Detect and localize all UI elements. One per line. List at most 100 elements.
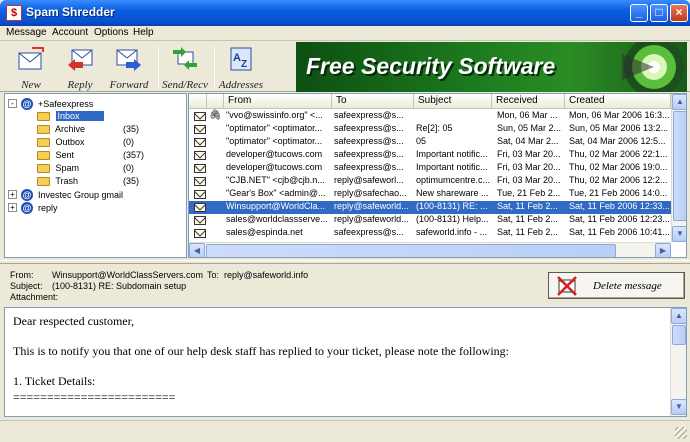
advertisement-banner[interactable]: Free Security Software [296, 42, 687, 92]
menu-help[interactable]: Help [133, 27, 154, 38]
cell-received: Fri, 03 Mar 20... [497, 149, 561, 159]
delete-message-button[interactable]: Delete message [548, 272, 685, 299]
collapse-icon[interactable]: - [8, 99, 17, 108]
toolbar: New Reply Forward Send/Recv A Z Addresse… [0, 41, 690, 92]
folder-icon [37, 151, 50, 161]
cell-created: Thu, 02 Mar 2006 19:0... [569, 162, 668, 172]
from-label: From: [10, 270, 34, 280]
header-to[interactable]: To [332, 94, 414, 109]
folder-label: Spam [55, 163, 80, 173]
addresses-button[interactable]: A Z Addresses [216, 43, 266, 91]
cell-created: Mon, 06 Mar 2006 16:3... [569, 110, 669, 120]
reply-icon [68, 49, 93, 71]
message-row[interactable]: 🖇 "vvo@swissinfo.org" <... safeexpress@s..… [189, 110, 671, 123]
subject-value: (100-8131) RE: Subdomain setup [52, 281, 187, 291]
cell-created: Sat, 04 Mar 2006 12:5... [569, 136, 666, 146]
folder-label: Archive [55, 124, 86, 134]
folder-tree: - @ +Safeexpress Inbox (0/570) Archive (… [4, 93, 187, 258]
menu-message[interactable]: Message [6, 27, 47, 38]
menu-options[interactable]: Options [94, 27, 128, 38]
cell-received: Fri, 03 Mar 20... [497, 162, 561, 172]
message-row[interactable]: Winsupport@WorldCla... reply@safeworld...… [189, 201, 671, 214]
menu-account[interactable]: Account [52, 27, 88, 38]
send-receive-button[interactable]: Send/Recv [160, 43, 210, 91]
folder-icon [37, 138, 50, 148]
message-list: From To Subject Received Created 🖇 "vvo@s… [188, 93, 687, 258]
scroll-thumb[interactable] [206, 244, 616, 257]
message-row[interactable]: sales@worldclassserve... reply@safeworld.… [189, 214, 671, 227]
header-subject[interactable]: Subject [414, 94, 492, 109]
maximize-button[interactable]: □ [650, 4, 668, 22]
cell-from: "vvo@swissinfo.org" <... [226, 110, 323, 120]
cell-subject: Important notific... [416, 162, 488, 172]
read-mail-icon [194, 164, 206, 173]
send-receive-label: Send/Recv [162, 79, 208, 91]
cell-from: developer@tucows.com [226, 162, 323, 172]
message-body[interactable]: Dear respected customer, This is to noti… [4, 307, 687, 417]
scroll-thumb[interactable] [672, 325, 686, 345]
message-row[interactable]: "optimator" <optimator... safeexpress@s..… [189, 123, 671, 136]
scroll-down-button[interactable]: ▼ [671, 399, 686, 415]
cell-received: Sat, 11 Feb 2... [497, 201, 558, 211]
header-created[interactable]: Created [565, 94, 671, 109]
cell-created: Sat, 11 Feb 2006 10:41... [569, 227, 669, 237]
scroll-down-button[interactable]: ▼ [672, 226, 686, 242]
message-row[interactable]: "optimator" <optimator... safeexpress@s..… [189, 136, 671, 149]
cell-to: safeexpress@s... [334, 110, 404, 120]
tree-folder-trash[interactable]: Trash (35) [37, 176, 184, 188]
body-line: 1. Ticket Details: [13, 374, 96, 388]
to-label: To: [207, 270, 220, 280]
reply-button[interactable]: Reply [55, 43, 105, 91]
message-row[interactable]: "CJB.NET" <cjb@cjb.n... reply@safeworl...… [189, 175, 671, 188]
message-row[interactable]: developer@tucows.com safeexpress@s... Impo… [189, 162, 671, 175]
body-line: This is to notify you that one of our he… [13, 344, 510, 358]
forward-button[interactable]: Forward [104, 43, 154, 91]
scroll-up-button[interactable]: ▲ [672, 94, 686, 110]
resize-grip[interactable] [675, 427, 687, 439]
tree-folder-archive[interactable]: Archive (35) [37, 124, 184, 136]
forward-label: Forward [109, 79, 149, 91]
folder-icon [37, 112, 50, 122]
cell-subject: (100-8131) RE: ... [416, 201, 488, 211]
minimize-button[interactable]: _ [630, 4, 648, 22]
read-mail-icon [194, 229, 206, 238]
folder-count: (0) [123, 163, 134, 173]
cell-to: safeexpress@s... [334, 149, 404, 159]
message-row[interactable]: developer@tucows.com safeexpress@s... Impo… [189, 149, 671, 162]
message-row[interactable]: "Gear's Box" <admin@... reply@safechao...… [189, 188, 671, 201]
to-value: reply@safeworld.info [224, 270, 309, 280]
delete-message-label: Delete message [593, 280, 662, 292]
header-received[interactable]: Received [492, 94, 565, 109]
pane-splitter[interactable] [0, 260, 690, 264]
read-mail-icon [194, 177, 206, 186]
list-horizontal-scrollbar[interactable]: ◀ ▶ [189, 242, 671, 257]
cell-received: Fri, 03 Mar 20... [497, 175, 561, 185]
tree-folder-spam[interactable]: Spam (0) [37, 163, 184, 175]
header-icon-column[interactable] [189, 94, 207, 109]
scroll-thumb[interactable] [673, 111, 686, 221]
folder-count: (35) [123, 124, 140, 134]
scroll-right-button[interactable]: ▶ [655, 243, 671, 257]
header-from[interactable]: From [224, 94, 332, 109]
scroll-left-button[interactable]: ◀ [189, 243, 205, 257]
new-button[interactable]: New [6, 43, 56, 91]
expand-icon[interactable]: + [8, 203, 17, 212]
account-at-icon: @ [21, 98, 33, 110]
expand-icon[interactable]: + [8, 190, 17, 199]
tree-folder-sent[interactable]: Sent (357) [37, 150, 184, 162]
read-mail-icon [194, 203, 206, 212]
list-vertical-scrollbar[interactable]: ▲ ▼ [671, 94, 686, 242]
tree-folder-inbox[interactable]: Inbox (0/570) [37, 111, 184, 123]
account-name: +Safeexpress [38, 99, 94, 109]
app-logo-icon: $ [6, 5, 22, 21]
cell-from: "Gear's Box" <admin@... [226, 188, 326, 198]
cell-to: safeexpress@s... [334, 123, 404, 133]
tree-folder-outbox[interactable]: Outbox (0) [37, 137, 184, 149]
subject-label: Subject: [10, 281, 43, 291]
message-row[interactable]: sales@espinda.net safeexpress@s... safewor… [189, 227, 671, 240]
cell-received: Sat, 04 Mar 2... [497, 136, 559, 146]
scroll-up-button[interactable]: ▲ [671, 308, 686, 324]
close-button[interactable]: × [670, 4, 688, 22]
header-attachment-column[interactable] [207, 94, 224, 109]
body-vertical-scrollbar[interactable]: ▲ ▼ [670, 308, 686, 416]
